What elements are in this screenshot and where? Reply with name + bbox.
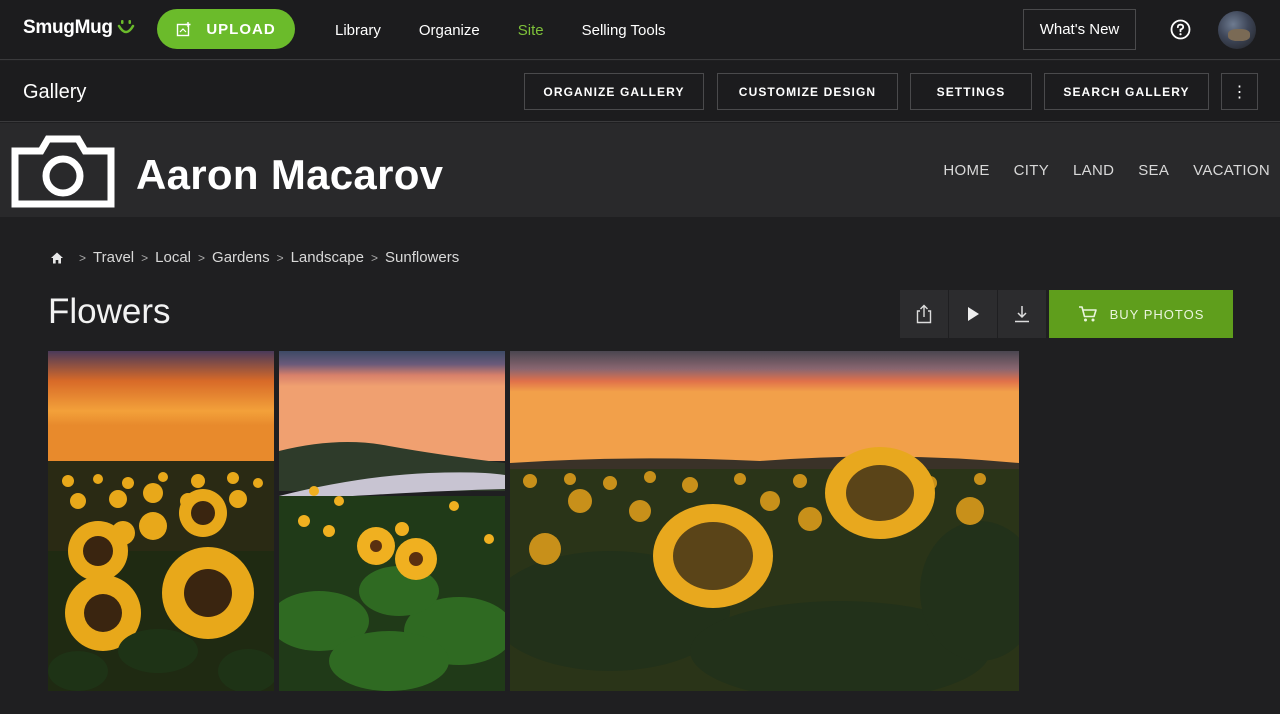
- logo-text: SmugMug: [23, 17, 113, 38]
- breadcrumb-landscape[interactable]: Landscape: [291, 249, 364, 266]
- help-icon[interactable]: [1170, 19, 1191, 40]
- site-nav-city[interactable]: CITY: [1014, 162, 1049, 179]
- gallery-title: Flowers: [48, 292, 171, 331]
- site-nav-home[interactable]: HOME: [943, 162, 989, 179]
- buy-photos-button[interactable]: BUY PHOTOS: [1049, 290, 1233, 338]
- whats-new-button[interactable]: What's New: [1023, 9, 1136, 50]
- gallery-actions: [900, 290, 1047, 338]
- search-gallery-button[interactable]: SEARCH GALLERY: [1044, 73, 1209, 110]
- nav-selling-tools[interactable]: Selling Tools: [582, 22, 666, 39]
- share-icon: [916, 304, 932, 324]
- upload-button[interactable]: UPLOAD: [157, 9, 295, 49]
- download-icon: [1015, 306, 1029, 323]
- site-header: Aaron Macarov HOME CITY LAND SEA VACATIO…: [0, 123, 1280, 217]
- breadcrumb-gardens[interactable]: Gardens: [212, 249, 270, 266]
- share-button[interactable]: [900, 290, 949, 338]
- breadcrumb-separator: >: [79, 250, 87, 265]
- customize-design-button[interactable]: CUSTOMIZE DESIGN: [717, 73, 898, 110]
- site-nav-land[interactable]: LAND: [1073, 162, 1114, 179]
- smugmug-logo[interactable]: SmugMug: [23, 17, 136, 39]
- breadcrumb-travel[interactable]: Travel: [93, 249, 134, 266]
- nav-site[interactable]: Site: [518, 22, 544, 39]
- breadcrumb-separator: >: [371, 250, 379, 265]
- home-icon[interactable]: [50, 251, 64, 265]
- site-nav-vacation[interactable]: VACATION: [1193, 162, 1270, 179]
- breadcrumb-separator: >: [141, 250, 149, 265]
- user-avatar[interactable]: [1218, 11, 1256, 49]
- camera-logo-icon[interactable]: [11, 135, 115, 208]
- slideshow-button[interactable]: [949, 290, 998, 338]
- nav-organize[interactable]: Organize: [419, 22, 480, 39]
- main-nav: Library Organize Site Selling Tools: [335, 0, 704, 60]
- site-nav: HOME CITY LAND SEA VACATION: [943, 162, 1270, 179]
- photo-sunflower-field[interactable]: [510, 351, 1019, 691]
- breadcrumb-separator: >: [276, 250, 284, 265]
- upload-label: UPLOAD: [206, 20, 276, 38]
- buy-photos-label: BUY PHOTOS: [1109, 306, 1205, 322]
- gallery-toolbar: Gallery ORGANIZE GALLERY CUSTOMIZE DESIG…: [0, 61, 1280, 122]
- nav-library[interactable]: Library: [335, 22, 381, 39]
- site-name: Aaron Macarov: [136, 151, 444, 198]
- settings-button[interactable]: SETTINGS: [910, 73, 1032, 110]
- upload-icon: [177, 22, 191, 37]
- photo-balsamroot-river[interactable]: [279, 351, 505, 691]
- site-nav-sea[interactable]: SEA: [1138, 162, 1169, 179]
- breadcrumb: > Travel > Local > Gardens > Landscape >…: [50, 249, 459, 266]
- breadcrumb-local[interactable]: Local: [155, 249, 191, 266]
- play-icon: [968, 307, 979, 321]
- smugmug-face-icon: [117, 20, 134, 34]
- gallery-toolbar-title: Gallery: [23, 81, 87, 103]
- photo-sunflowers-sunset[interactable]: [48, 351, 274, 691]
- breadcrumb-separator: >: [198, 250, 206, 265]
- breadcrumb-sunflowers[interactable]: Sunflowers: [385, 249, 459, 266]
- more-options-icon[interactable]: ⋮: [1221, 73, 1258, 110]
- cart-icon: [1078, 306, 1097, 322]
- organize-gallery-button[interactable]: ORGANIZE GALLERY: [524, 73, 704, 110]
- top-bar: SmugMug UPLOAD Library Organize Site Sel…: [0, 0, 1280, 60]
- download-button[interactable]: [998, 290, 1047, 338]
